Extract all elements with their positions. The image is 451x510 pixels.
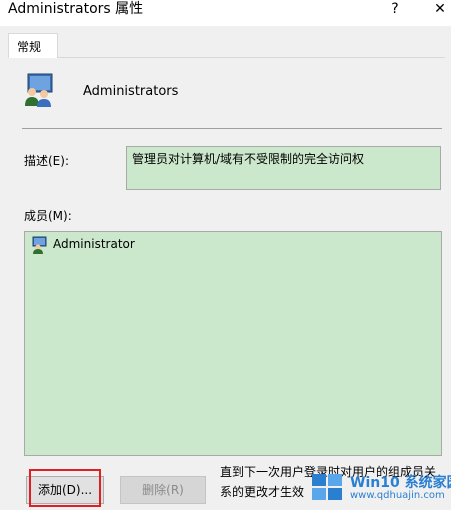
watermark-brand: Win10 系统家园 bbox=[350, 475, 451, 491]
close-button[interactable]: ✕ bbox=[425, 0, 451, 20]
user-group-icon bbox=[25, 73, 53, 107]
remove-button[interactable]: 删除(R) bbox=[120, 476, 206, 504]
title-bar: Administrators 属性 ? ✕ bbox=[0, 0, 451, 26]
watermark-logo-icon bbox=[312, 474, 342, 500]
tab-general-label: 常规 bbox=[17, 40, 42, 54]
members-list[interactable]: Administrator bbox=[24, 231, 442, 456]
tab-strip bbox=[0, 26, 451, 57]
member-name: Administrator bbox=[53, 237, 135, 251]
description-label: 描述(E): bbox=[24, 154, 69, 168]
highlight-box bbox=[29, 469, 101, 507]
user-icon bbox=[32, 236, 47, 254]
help-button[interactable]: ? bbox=[380, 0, 410, 20]
tab-general[interactable]: 常规 bbox=[8, 33, 58, 58]
watermark-url: www.qdhuajin.com bbox=[350, 490, 445, 501]
divider bbox=[22, 128, 442, 129]
description-value: 管理员对计算机/域有不受限制的完全访问权 bbox=[132, 152, 365, 166]
watermark: Win10 系统家园 www.qdhuajin.com bbox=[310, 470, 451, 506]
window-title: Administrators 属性 bbox=[8, 1, 144, 17]
members-label: 成员(M): bbox=[24, 209, 72, 223]
group-name: Administrators bbox=[83, 84, 179, 99]
description-field[interactable]: 管理员对计算机/域有不受限制的完全访问权 bbox=[126, 146, 441, 190]
